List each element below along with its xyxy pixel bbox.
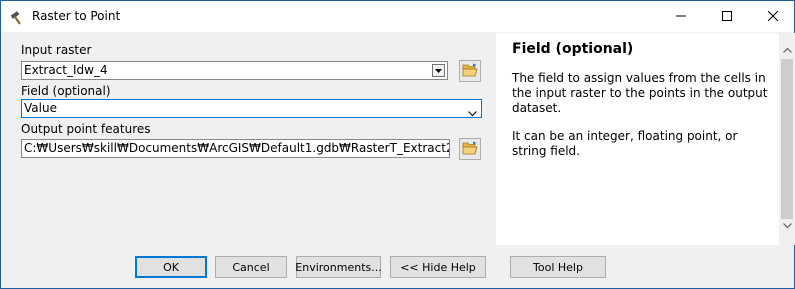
chevron-down-icon [435, 62, 442, 79]
maximize-icon [722, 10, 732, 24]
folder-open-icon [462, 141, 478, 158]
input-raster-value: Extract_Idw_4 [24, 63, 108, 77]
input-raster-label: Input raster [21, 43, 92, 57]
close-button[interactable] [750, 1, 795, 32]
title-bar[interactable]: Raster to Point [1, 1, 794, 32]
minimize-button[interactable] [658, 1, 704, 32]
chevron-up-icon [782, 42, 792, 56]
help-paragraph-2: It can be an integer, floating point, or… [512, 129, 738, 158]
help-scrollbar[interactable] [779, 33, 795, 245]
scroll-thumb[interactable] [781, 59, 793, 219]
input-raster-combobox[interactable]: Extract_Idw_4 [21, 61, 448, 80]
output-features-input[interactable]: C:₩Users₩skill₩Documents₩ArcGIS₩Default1… [21, 139, 450, 158]
scroll-up-button[interactable] [779, 43, 795, 55]
minimize-icon [676, 10, 686, 24]
tool-help-button[interactable]: Tool Help [510, 256, 606, 278]
hammer-icon [10, 9, 26, 25]
help-paragraph-1: The field to assign values from the cell… [512, 71, 768, 115]
cancel-button[interactable]: Cancel [215, 256, 287, 278]
hide-help-button[interactable]: << Hide Help [390, 256, 486, 278]
dialog-window: Raster to Point Input raster Extract_Idw… [0, 0, 795, 289]
window-title: Raster to Point [32, 9, 121, 23]
output-features-value: C:₩Users₩skill₩Documents₩ArcGIS₩Default1… [24, 141, 450, 155]
input-raster-dropdown-button[interactable] [432, 64, 445, 77]
help-panel: Field (optional) The field to assign val… [496, 33, 779, 245]
close-icon [767, 10, 779, 24]
field-label: Field (optional) [21, 84, 111, 98]
maximize-button[interactable] [704, 1, 750, 32]
chevron-down-icon [782, 218, 792, 232]
ok-button[interactable]: OK [135, 256, 207, 278]
folder-open-icon [462, 63, 478, 80]
scroll-down-button[interactable] [779, 219, 795, 231]
chevron-down-icon [468, 105, 477, 117]
output-features-label: Output point features [21, 122, 151, 136]
field-select[interactable]: Value [21, 99, 482, 118]
field-value: Value [24, 101, 57, 115]
input-raster-browse-button[interactable] [459, 60, 481, 82]
environments-button[interactable]: Environments... [295, 256, 382, 278]
output-features-browse-button[interactable] [459, 138, 481, 160]
help-title: Field (optional) [512, 41, 634, 57]
